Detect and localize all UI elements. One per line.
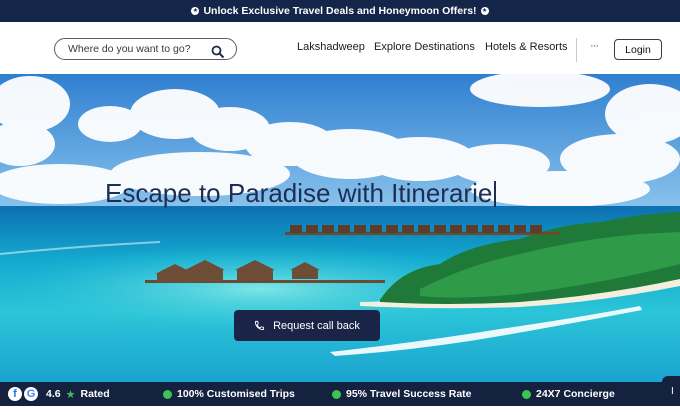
phone-icon: [254, 320, 265, 331]
login-button[interactable]: Login: [614, 39, 662, 60]
nav-link-hotels-resorts[interactable]: Hotels & Resorts: [485, 41, 568, 53]
request-callback-label: Request call back: [273, 319, 360, 332]
trust-bar: f G 4.6 ★ Rated 100% Customised Trips 95…: [0, 382, 680, 406]
header-nav: Lakshadweep Explore Destinations Hotels …: [0, 22, 680, 74]
facebook-icon: f: [8, 387, 22, 401]
search-icon[interactable]: [211, 45, 225, 59]
announcement-bar[interactable]: ★ Unlock Exclusive Travel Deals and Hone…: [0, 0, 680, 22]
announcement-text: Unlock Exclusive Travel Deals and Honeym…: [203, 5, 477, 17]
search-input[interactable]: [66, 42, 230, 56]
rating-label: Rated: [80, 388, 110, 400]
trust-item-customised: 100% Customised Trips: [163, 382, 295, 406]
check-circle-icon: [522, 389, 531, 399]
rating-value: 4.6: [46, 388, 61, 400]
check-circle-icon: [332, 389, 341, 399]
hero-banner: Escape to Paradise with Itinerarie Reque…: [0, 74, 680, 382]
page-footer-edge: [0, 406, 680, 415]
hero-headline: Escape to Paradise with Itinerarie: [105, 178, 497, 209]
more-menu-button[interactable]: ···: [590, 40, 599, 52]
trust-item-concierge: 24X7 Concierge: [522, 382, 615, 406]
nav-link-lakshadweep[interactable]: Lakshadweep: [297, 41, 365, 53]
gift-icon: ★: [480, 7, 489, 15]
side-tab[interactable]: I: [662, 376, 680, 406]
side-tab-label: I: [671, 385, 674, 397]
rating-badge: f G 4.6 ★ Rated: [8, 382, 110, 406]
trust-item-success-rate: 95% Travel Success Rate: [332, 382, 472, 406]
google-icon: G: [24, 387, 38, 401]
check-circle-icon: [163, 389, 172, 399]
request-callback-button[interactable]: Request call back: [234, 310, 380, 341]
star-icon: ★: [65, 388, 76, 401]
nav-divider: [576, 38, 577, 62]
search-box[interactable]: [54, 38, 237, 60]
hero-headline-text: Escape to Paradise with Itinerarie: [105, 178, 493, 208]
trust-item-label: 95% Travel Success Rate: [346, 388, 472, 400]
trust-item-label: 24X7 Concierge: [536, 388, 615, 400]
typing-cursor: [494, 181, 497, 207]
gift-icon: ★: [191, 7, 200, 15]
nav-link-explore-destinations[interactable]: Explore Destinations: [374, 41, 475, 53]
trust-item-label: 100% Customised Trips: [177, 388, 295, 400]
